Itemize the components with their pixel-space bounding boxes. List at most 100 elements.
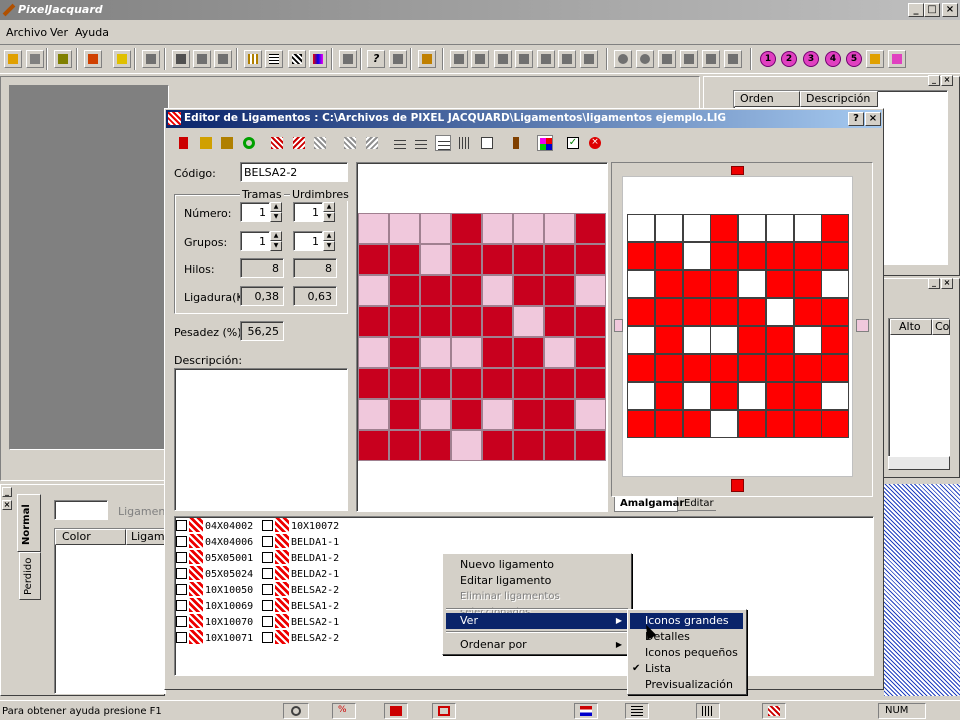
weave-cell[interactable] <box>575 337 606 368</box>
weave-cell[interactable] <box>482 275 513 306</box>
weave-cell[interactable] <box>513 275 544 306</box>
level-2-icon[interactable]: 2 <box>781 51 797 67</box>
top-marker[interactable] <box>731 166 744 175</box>
grupos-urdimbres-spinner[interactable]: ▲ ▼ <box>323 231 335 251</box>
weave-cell[interactable] <box>358 213 389 244</box>
weave-cell[interactable] <box>420 368 451 399</box>
menu-nuevo-ligamento[interactable]: Nuevo ligamento <box>446 557 628 573</box>
weave-cell[interactable] <box>544 337 575 368</box>
weave-cell[interactable] <box>513 244 544 275</box>
weave-cell[interactable] <box>420 213 451 244</box>
ligamento-checkbox[interactable] <box>262 536 273 547</box>
weave-cell[interactable] <box>513 399 544 430</box>
weave-cell[interactable] <box>451 430 482 461</box>
table-icon[interactable] <box>457 135 473 151</box>
menu-eliminar-ligamentos[interactable]: Eliminar ligamentos seleccionados <box>446 589 628 618</box>
weave-cell[interactable] <box>513 213 544 244</box>
weave-cell[interactable] <box>544 275 575 306</box>
hourglass-icon[interactable] <box>54 50 72 68</box>
weave-cell[interactable] <box>389 244 420 275</box>
ligamento-checkbox[interactable] <box>176 568 187 579</box>
menu-ordenar-por[interactable]: Ordenar por ▶ <box>446 637 628 653</box>
weave-cell[interactable] <box>420 306 451 337</box>
open-doc-icon[interactable] <box>198 135 214 151</box>
weave-cell[interactable] <box>482 337 513 368</box>
weave-cell[interactable] <box>544 399 575 430</box>
weave-cell[interactable] <box>575 399 606 430</box>
ligamento-item[interactable]: 04X04002 <box>176 518 253 534</box>
weave-cell[interactable] <box>358 430 389 461</box>
ligamento-item[interactable]: 10X10050 <box>176 582 253 598</box>
weave-cell[interactable] <box>358 399 389 430</box>
column-descripcion[interactable]: Descripción <box>800 91 878 107</box>
new-icon[interactable] <box>26 50 44 68</box>
ligamento-checkbox[interactable] <box>176 584 187 595</box>
menu-archivo[interactable]: Archivo <box>6 26 47 39</box>
right-pane-minimize-button[interactable]: _ <box>928 75 940 86</box>
ligamento-checkbox[interactable] <box>176 520 187 531</box>
zoom-out-icon[interactable] <box>636 50 654 68</box>
submenu-iconos-pequenos[interactable]: Iconos pequeños <box>630 645 743 661</box>
weave-cell[interactable] <box>575 430 606 461</box>
grupos-tramas-input[interactable]: 1 <box>240 231 270 251</box>
ligamento-item[interactable]: BELDA1-1 <box>262 534 339 550</box>
weave-cell[interactable] <box>513 337 544 368</box>
column-co[interactable]: Co <box>932 319 950 335</box>
zoom-3-icon[interactable] <box>702 50 720 68</box>
weave-cell[interactable] <box>482 306 513 337</box>
weave-cell[interactable] <box>513 306 544 337</box>
weave-cell[interactable] <box>482 430 513 461</box>
right-pane-close-button[interactable]: × <box>941 75 953 86</box>
left-bottom-field[interactable] <box>54 500 108 520</box>
close-button[interactable]: × <box>942 3 958 17</box>
menu-ayuda[interactable]: Ayuda <box>75 26 109 39</box>
save-icon[interactable] <box>142 50 160 68</box>
weave-cell[interactable] <box>389 306 420 337</box>
numero-tramas-input[interactable]: 1 <box>240 202 270 222</box>
weave-cell[interactable] <box>482 368 513 399</box>
menu-editar-ligamento[interactable]: Editar ligamento <box>446 573 628 589</box>
ligamento-checkbox[interactable] <box>262 584 273 595</box>
descripcion-textarea[interactable] <box>174 368 348 511</box>
weave-cell[interactable] <box>451 213 482 244</box>
ligamento-checkbox[interactable] <box>262 616 273 627</box>
ligamento-checkbox[interactable] <box>176 616 187 627</box>
maximize-button[interactable]: □ <box>924 3 940 17</box>
ligamento-item[interactable]: BELSA2-1 <box>262 614 339 630</box>
weave-cell[interactable] <box>575 368 606 399</box>
weave-editor-grid[interactable] <box>358 213 606 461</box>
open-folder-icon[interactable] <box>84 50 102 68</box>
tab-editar[interactable]: Editar <box>678 497 716 511</box>
ligamento-item[interactable]: 10X10071 <box>176 630 253 646</box>
right-list-middle[interactable] <box>888 318 950 470</box>
left-bottom-list[interactable] <box>54 528 166 694</box>
ligamento-checkbox[interactable] <box>176 632 187 643</box>
pattern-3-icon[interactable] <box>312 135 328 151</box>
column-ligame[interactable]: Ligame <box>126 529 171 545</box>
ligamento-checkbox[interactable] <box>262 600 273 611</box>
weave-cell[interactable] <box>451 275 482 306</box>
weave-cell[interactable] <box>389 399 420 430</box>
bottom-marker[interactable] <box>731 479 744 492</box>
weave-cell[interactable] <box>544 368 575 399</box>
weave-cell[interactable] <box>451 368 482 399</box>
weave-cell[interactable] <box>420 399 451 430</box>
checker-icon[interactable] <box>288 50 306 68</box>
weave-cell[interactable] <box>451 244 482 275</box>
preview-grid[interactable] <box>627 214 850 438</box>
ligamento-item[interactable]: 10X10070 <box>176 614 253 630</box>
menu-ver[interactable]: Ver ▶ <box>446 613 628 629</box>
tab-amalgamar[interactable]: Amalgamar <box>614 497 684 512</box>
left-bottom-minimize-button[interactable]: _ <box>2 487 12 497</box>
left-bottom-close-button[interactable]: × <box>2 500 12 510</box>
codigo-input[interactable]: BELSA2-2 <box>240 162 348 182</box>
weave-cell[interactable] <box>420 337 451 368</box>
print-icon[interactable] <box>479 135 495 151</box>
weave-cell[interactable] <box>389 337 420 368</box>
minimize-button[interactable]: _ <box>908 3 924 17</box>
ligamento-item[interactable]: BELSA2-2 <box>262 582 339 598</box>
level-5-icon[interactable]: 5 <box>846 51 862 67</box>
ligamento-item[interactable]: 05X05024 <box>176 566 253 582</box>
ligamento-checkbox[interactable] <box>176 600 187 611</box>
ligamento-checkbox[interactable] <box>176 536 187 547</box>
